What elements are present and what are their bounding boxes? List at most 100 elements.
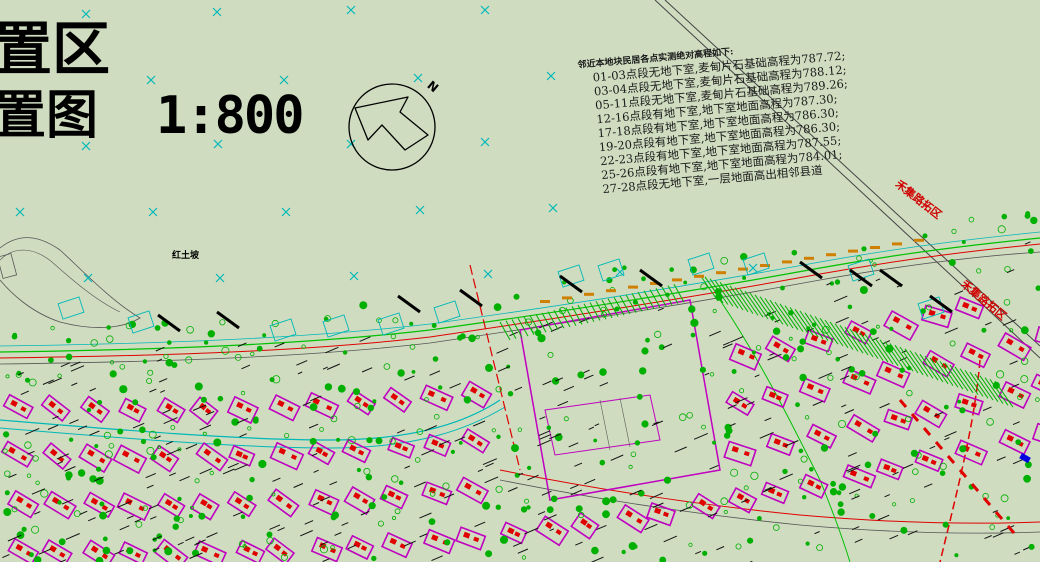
- tree-icon: [997, 225, 1006, 234]
- tree-icon: [1035, 397, 1040, 402]
- drawing-title-text: 置图: [0, 86, 99, 146]
- tree-icon: [142, 359, 148, 364]
- tree-icon: [99, 511, 107, 520]
- tree-icon: [356, 467, 361, 473]
- tree-icon: [628, 542, 637, 551]
- residential-building: [235, 539, 266, 562]
- tree-icon: [119, 385, 128, 394]
- landscape-hatch: [729, 285, 749, 313]
- tree-icon: [29, 552, 34, 558]
- tree-icon: [872, 430, 879, 437]
- tree-icon: [246, 494, 253, 502]
- building-core: [354, 395, 363, 404]
- tree-icon: [521, 555, 527, 560]
- road-dash: [982, 497, 992, 506]
- annotation-tick: [574, 462, 583, 467]
- tree-icon: [269, 377, 275, 383]
- tree-icon: [342, 350, 348, 355]
- annotation-tick: [313, 469, 319, 473]
- annotation-tick: [663, 535, 678, 543]
- setback-marker: [584, 292, 594, 296]
- annotation-tick: [199, 424, 212, 431]
- tree-icon: [102, 536, 108, 542]
- building-core: [90, 497, 99, 505]
- landscape-hatch: [829, 321, 849, 349]
- annotation-tick: [507, 487, 518, 492]
- residential-building: [1031, 422, 1040, 448]
- tree-icon: [359, 301, 368, 310]
- residential-building: [2, 393, 35, 420]
- annotation-tick: [884, 494, 890, 498]
- annotation-tick: [944, 437, 950, 441]
- building-core: [158, 450, 167, 459]
- tree-icon: [21, 526, 27, 532]
- building-core: [823, 435, 830, 442]
- tree-icon: [976, 268, 982, 274]
- building-core: [1007, 386, 1015, 394]
- residential-building: [195, 441, 229, 472]
- tree-icon: [258, 459, 267, 469]
- building-core: [395, 494, 402, 501]
- tree-icon: [701, 424, 706, 430]
- grid-cross-icon: [548, 203, 558, 213]
- tree-icon: [337, 384, 346, 393]
- existing-house: [917, 296, 945, 320]
- annotation-tick: [222, 468, 235, 475]
- building-core: [242, 454, 249, 460]
- landscape-hatch: [754, 294, 774, 322]
- existing-house: [433, 300, 461, 324]
- tree-icon: [167, 340, 172, 345]
- tree-icon: [799, 373, 807, 382]
- annotation-tick: [179, 475, 190, 482]
- residential-building: [6, 489, 40, 519]
- tree-icon: [431, 322, 437, 328]
- tree-icon: [636, 393, 643, 400]
- tree-icon: [735, 543, 742, 550]
- annotation-tick: [234, 464, 248, 471]
- residential-building: [455, 526, 487, 551]
- setback-marker: [826, 253, 836, 257]
- tree-icon: [709, 372, 715, 377]
- tree-icon: [1030, 216, 1038, 225]
- tree-icon: [513, 293, 520, 300]
- setback-marker: [914, 238, 924, 242]
- landscape-hatch: [709, 278, 729, 305]
- annotation-tick: [992, 532, 1004, 538]
- setback-marker: [848, 249, 858, 253]
- landscape-hatch: [834, 323, 854, 350]
- residential-building: [998, 428, 1032, 456]
- tree-icon: [808, 466, 814, 472]
- annotation-tick: [312, 502, 320, 506]
- tree-icon: [247, 426, 252, 431]
- annotation-tick: [929, 445, 936, 450]
- tree-icon: [249, 476, 255, 483]
- annotation-tick: [651, 420, 663, 427]
- residential-building: [727, 486, 758, 514]
- tree-icon: [106, 335, 114, 343]
- annotation-tick: [549, 528, 555, 532]
- residential-building: [118, 541, 149, 562]
- tree-icon: [959, 445, 967, 453]
- building-core: [469, 386, 478, 394]
- annotation-tick: [269, 524, 281, 530]
- building-core: [290, 454, 298, 460]
- tree-icon: [186, 325, 194, 334]
- tree-icon: [639, 367, 647, 375]
- tree-icon: [5, 374, 10, 379]
- tree-icon: [510, 444, 519, 453]
- annotation-tick: [1012, 421, 1020, 426]
- tree-icon: [165, 358, 174, 367]
- tree-icon: [663, 476, 672, 484]
- landscape-hatch: [984, 377, 1004, 404]
- tree-icon: [99, 501, 105, 507]
- annotation-tick: [277, 527, 285, 532]
- tree-icon: [798, 448, 804, 454]
- tree-icon: [203, 340, 209, 345]
- tree-icon: [319, 426, 325, 432]
- building-core: [63, 504, 70, 511]
- tree-icon: [900, 526, 908, 534]
- annotation-tick: [119, 525, 130, 531]
- residential-building: [570, 511, 600, 540]
- tree-icon: [146, 377, 153, 384]
- tree-icon: [28, 378, 37, 387]
